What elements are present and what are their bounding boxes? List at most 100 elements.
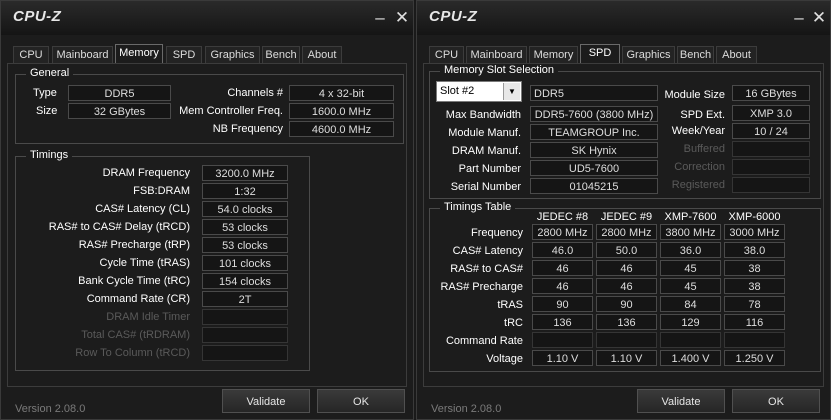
version-label: Version 2.08.0 — [431, 403, 502, 415]
chevron-down-icon[interactable]: ▼ — [503, 83, 520, 100]
part-number-value: UD5-7600 — [530, 160, 658, 176]
slot-select[interactable]: Slot #2 ▼ — [436, 81, 522, 102]
part-number-label: Part Number — [458, 163, 521, 175]
tab-mainboard[interactable]: Mainboard — [466, 46, 527, 63]
frequency-label: Frequency — [471, 227, 523, 239]
memory-slot-selection-title: Memory Slot Selection — [440, 64, 559, 76]
timing-cell: 38 — [724, 278, 785, 294]
dram-manuf-value: SK Hynix — [530, 142, 658, 158]
dram-idle-timer-label: DRAM Idle Timer — [106, 311, 190, 323]
size-label: Size — [36, 105, 58, 117]
cpuz-window-spd: CPU-Z – ✕ CPU Mainboard Memory SPD Graph… — [416, 0, 831, 420]
week-year-value: 10 / 24 — [732, 123, 810, 139]
command-rate-value: 2T — [202, 291, 288, 307]
cas-latency-value: 54.0 clocks — [202, 201, 288, 217]
spd-ext-label: SPD Ext. — [680, 109, 725, 121]
mem-controller-freq-value: 1600.0 MHz — [289, 103, 394, 119]
tab-spd[interactable]: SPD — [166, 46, 202, 63]
minimize-icon[interactable]: – — [371, 9, 389, 27]
column-header-jedec-8: JEDEC #8 — [536, 211, 589, 223]
week-year-label: Week/Year — [671, 125, 725, 137]
timing-cell: 116 — [724, 314, 785, 330]
ras-to-cas-label: RAS# to CAS# Delay (tRCD) — [48, 221, 190, 233]
timings-table-title: Timings Table — [440, 201, 516, 213]
dram-frequency-label: DRAM Frequency — [102, 167, 190, 179]
column-header-jedec-9: JEDEC #9 — [600, 211, 653, 223]
serial-number-value: 01045215 — [530, 178, 658, 194]
ras-precharge-label: RAS# Precharge — [440, 281, 523, 293]
bank-cycle-time-label: Bank Cycle Time (tRC) — [78, 275, 190, 287]
titlebar: CPU-Z – ✕ — [417, 1, 830, 35]
ok-button[interactable]: OK — [732, 389, 820, 413]
validate-button[interactable]: Validate — [637, 389, 725, 413]
general-title: General — [26, 67, 74, 79]
tab-bench[interactable]: Bench — [677, 46, 714, 63]
timing-cell: 46 — [532, 260, 593, 276]
version-label: Version 2.08.0 — [15, 403, 86, 415]
tab-bench[interactable]: Bench — [262, 46, 300, 63]
timing-cell: 84 — [660, 296, 721, 312]
timing-cell: 46 — [596, 278, 657, 294]
channels-value: 4 x 32-bit — [289, 85, 394, 101]
command-rate-label: Command Rate (CR) — [86, 293, 190, 305]
timing-cell: 38 — [724, 260, 785, 276]
registered-value — [732, 177, 810, 193]
timing-cell: 45 — [660, 278, 721, 294]
tab-graphics[interactable]: Graphics — [622, 46, 675, 63]
titlebar: CPU-Z – ✕ — [1, 1, 413, 35]
tab-about[interactable]: About — [302, 46, 342, 63]
timing-cell: 46 — [532, 278, 593, 294]
timing-cell: 136 — [532, 314, 593, 330]
max-bandwidth-value: DDR5-7600 (3800 MHz) — [530, 106, 658, 122]
voltage-label: Voltage — [486, 353, 523, 365]
dram-manuf-label: DRAM Manuf. — [451, 145, 521, 157]
app-title: CPU-Z — [429, 8, 478, 25]
dram-idle-timer-value — [202, 309, 288, 325]
nb-frequency-label: NB Frequency — [212, 123, 283, 135]
minimize-icon[interactable]: – — [790, 9, 808, 27]
timing-cell — [660, 332, 721, 348]
total-cas-value — [202, 327, 288, 343]
tras-label: tRAS — [497, 299, 523, 311]
timing-cell — [532, 332, 593, 348]
trc-label: tRC — [504, 317, 523, 329]
tab-cpu[interactable]: CPU — [429, 46, 464, 63]
size-value: 32 GBytes — [68, 103, 171, 119]
timing-cell: 45 — [660, 260, 721, 276]
tab-spd[interactable]: SPD — [580, 44, 620, 64]
column-header-xmp-7600: XMP-7600 — [664, 211, 717, 223]
timing-cell: 46 — [596, 260, 657, 276]
ok-button[interactable]: OK — [317, 389, 405, 413]
tab-bar: CPU Mainboard Memory SPD Graphics Bench … — [417, 44, 830, 64]
timing-cell: 2800 MHz — [532, 224, 593, 240]
fsb-dram-value: 1:32 — [202, 183, 288, 199]
tab-about[interactable]: About — [716, 46, 757, 63]
validate-button[interactable]: Validate — [222, 389, 310, 413]
timings-title: Timings — [26, 149, 73, 161]
registered-label: Registered — [671, 179, 725, 191]
close-icon[interactable]: ✕ — [810, 9, 828, 27]
timing-cell: 46.0 — [532, 242, 593, 258]
tab-memory[interactable]: Memory — [115, 44, 163, 64]
mem-controller-freq-label: Mem Controller Freq. — [179, 105, 283, 117]
correction-label: Correction — [674, 161, 725, 173]
correction-value — [732, 159, 810, 175]
module-size-label: Module Size — [664, 89, 725, 101]
ras-precharge-label: RAS# Precharge (tRP) — [78, 239, 190, 251]
cas-latency-label: CAS# Latency — [452, 245, 523, 257]
tab-graphics[interactable]: Graphics — [205, 46, 260, 63]
tab-memory[interactable]: Memory — [529, 46, 578, 63]
dram-frequency-value: 3200.0 MHz — [202, 165, 288, 181]
column-header-xmp-6000: XMP-6000 — [728, 211, 781, 223]
timing-cell: 90 — [596, 296, 657, 312]
timing-cell: 1.400 V — [660, 350, 721, 366]
timing-cell: 1.10 V — [596, 350, 657, 366]
tab-cpu[interactable]: CPU — [13, 46, 49, 63]
close-icon[interactable]: ✕ — [393, 9, 411, 27]
total-cas-label: Total CAS# (tRDRAM) — [81, 329, 190, 341]
module-size-value: 16 GBytes — [732, 85, 810, 101]
channels-label: Channels # — [227, 87, 283, 99]
cycle-time-value: 101 clocks — [202, 255, 288, 271]
tab-mainboard[interactable]: Mainboard — [52, 46, 113, 63]
timing-cell: 3800 MHz — [660, 224, 721, 240]
